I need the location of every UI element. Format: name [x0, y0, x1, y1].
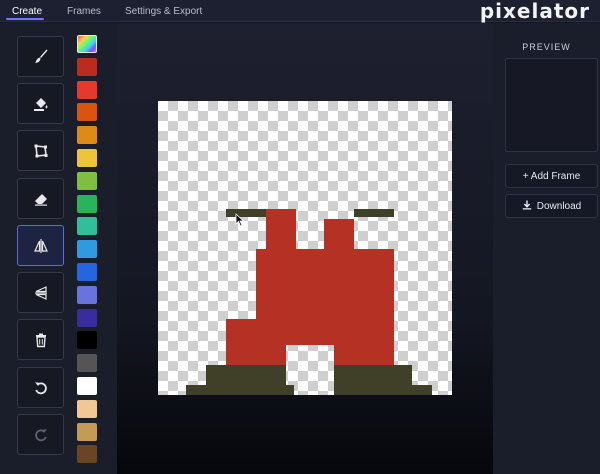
download-label: Download	[536, 200, 582, 212]
redo-icon	[34, 428, 47, 441]
pixel-block	[206, 365, 294, 385]
color-swatch[interactable]	[77, 240, 97, 259]
eraser-icon	[34, 193, 47, 206]
color-swatch[interactable]	[77, 126, 97, 145]
canvas-workspace	[117, 23, 493, 474]
color-swatch[interactable]	[77, 194, 97, 213]
add-frame-button[interactable]: + Add Frame	[505, 164, 598, 188]
top-nav: Create Frames Settings & Export pixelato…	[0, 0, 600, 22]
mouse-cursor-icon	[235, 213, 245, 227]
brush-tool-button[interactable]	[17, 36, 64, 77]
preview-title: PREVIEW	[522, 42, 571, 52]
select-tool-button[interactable]	[17, 130, 64, 171]
download-button[interactable]: Download	[505, 194, 598, 218]
download-icon	[522, 200, 532, 213]
transparent-gap	[296, 239, 324, 249]
pixel-block	[354, 209, 394, 217]
redo-button[interactable]	[17, 414, 64, 455]
color-swatch[interactable]	[77, 285, 97, 304]
color-swatch[interactable]	[77, 57, 97, 76]
trash-icon	[35, 333, 46, 347]
active-tab-indicator	[6, 18, 44, 20]
color-swatch[interactable]	[77, 377, 97, 395]
pixel-block	[266, 209, 296, 249]
pixel-canvas[interactable]	[158, 101, 452, 395]
color-swatch[interactable]	[77, 308, 97, 327]
color-swatch[interactable]	[77, 103, 97, 122]
clear-canvas-button[interactable]	[17, 319, 64, 360]
pixel-block	[334, 365, 412, 385]
app-logo: pixelator	[479, 0, 590, 23]
toolbar	[0, 23, 117, 474]
tab-create[interactable]: Create	[12, 5, 42, 18]
pixel-block	[186, 385, 294, 395]
color-swatch[interactable]	[77, 445, 97, 464]
fill-tool-button[interactable]	[17, 83, 64, 124]
color-swatch[interactable]	[77, 263, 97, 281]
color-swatch[interactable]	[77, 399, 97, 418]
color-swatch[interactable]	[77, 80, 97, 99]
flip-icon	[34, 285, 47, 300]
color-swatch[interactable]	[77, 331, 97, 350]
tab-settings-export[interactable]: Settings & Export	[125, 5, 202, 18]
brush-icon	[34, 49, 47, 63]
tab-frames[interactable]: Frames	[67, 5, 101, 18]
transparent-gap	[286, 345, 334, 385]
paint-bucket-icon	[33, 97, 47, 111]
custom-color-swatch[interactable]	[77, 35, 97, 53]
pixel-block	[334, 385, 432, 395]
color-swatch[interactable]	[77, 422, 97, 441]
right-panel: PREVIEW + Add Frame Download	[493, 23, 600, 474]
color-swatch[interactable]	[77, 171, 97, 190]
color-swatch[interactable]	[77, 354, 97, 373]
color-swatch[interactable]	[77, 149, 97, 167]
pixel-block	[226, 209, 266, 217]
pixel-block	[324, 219, 354, 249]
eraser-tool-button[interactable]	[17, 178, 64, 219]
undo-button[interactable]	[17, 367, 64, 408]
flip-tool-button[interactable]	[17, 272, 64, 313]
undo-icon	[34, 381, 47, 394]
pixel-block	[256, 249, 394, 269]
pixel-block	[256, 269, 394, 319]
color-swatch[interactable]	[77, 217, 97, 236]
mirror-icon	[33, 238, 48, 253]
preview-box	[505, 58, 598, 152]
mirror-tool-button[interactable]	[17, 225, 64, 266]
crop-icon	[34, 144, 47, 157]
